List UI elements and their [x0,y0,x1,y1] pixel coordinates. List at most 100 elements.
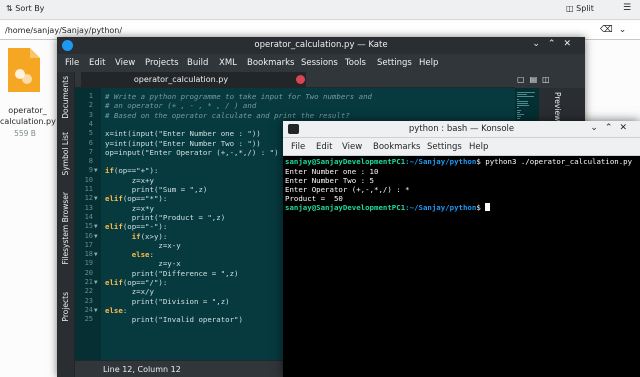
menu-help[interactable]: Help [419,58,438,68]
menu-bookmarks[interactable]: Bookmarks [247,58,295,68]
code-token: print("Sum = ",z) [105,185,208,194]
line-number: 9 [88,166,93,175]
tab-close-icon[interactable] [296,75,305,84]
konsole-title-bar[interactable]: python : bash — Konsole ⌄⌃✕ [283,121,640,138]
split-button[interactable]: ◫ Split [566,4,594,13]
fold-arrow-icon[interactable]: ▼ [94,279,98,286]
location-bar-icons[interactable]: ⌫⌄ [600,25,632,35]
menu-view[interactable]: View [115,58,135,68]
fold-arrow-icon[interactable]: ▼ [94,251,98,258]
menu-projects[interactable]: Projects [145,58,179,68]
minimap-line [517,111,521,113]
close-icon[interactable]: ✕ [619,123,634,133]
code-line: z=x*y [105,204,154,213]
code-token: z=x-y [105,240,181,250]
fold-arrow-icon[interactable]: ▼ [94,167,98,174]
split-view-icon[interactable]: ◫ [542,75,555,84]
line-number: 18 [84,250,93,259]
menu-icon[interactable]: ☰ [623,3,631,13]
code-token: elif [105,278,123,287]
minimap-line [517,103,528,104]
kate-title-bar[interactable]: operator_calculation.py — Kate ⌄⌃✕ [57,37,585,54]
menu-view[interactable]: View [342,142,362,152]
code-line: # Based on the operator calculate and pr… [105,111,350,120]
preview-tab[interactable]: Preview [553,92,562,121]
menu-edit[interactable]: Edit [89,58,105,68]
terminal[interactable]: sanjay@SanjayDevelopmentPC1:~/Sanjay/pyt… [283,156,640,377]
code-token: z=x/y [105,287,154,297]
maximize-icon[interactable]: ⌃ [548,39,564,49]
menu-file[interactable]: File [65,58,79,68]
code-token: : [149,250,154,260]
terminal-output-line: Enter Operator (+,-,*,/) : * [285,185,410,194]
close-icon[interactable]: ✕ [563,39,579,49]
code-line: else: [105,250,154,259]
minimap-line [517,107,519,109]
code-token: # an operator (+ , - , * , / ) and [105,101,257,111]
line-number: 14 [84,212,93,221]
minimize-icon[interactable]: ⌄ [590,123,605,133]
sidebar-tab-symbol-list[interactable]: Symbol List [61,132,70,175]
code-token: # Based on the operator calculate and pr… [105,110,350,120]
sort-by-button[interactable]: ⇅ Sort By [6,4,44,13]
prompt-path: :~/Sanjay/python [405,203,477,212]
location-path[interactable]: /home/sanjay/Sanjay/python/ [5,26,122,35]
prompt-user: sanjay@SanjayDevelopmentPC1 [285,203,406,212]
line-number: 3 [88,110,93,119]
code-token: if [105,231,141,241]
line-number: 5 [88,129,93,138]
code-token: (op=="*"): [122,194,168,204]
line-number: 8 [88,157,93,166]
document-list-icon[interactable]: ▤ [530,75,543,84]
sidebar-tab-projects[interactable]: Projects [61,292,70,322]
menu-settings[interactable]: Settings [377,58,412,68]
line-number: 19 [84,259,93,268]
menu-bookmarks[interactable]: Bookmarks [373,142,421,152]
sort-by-label: Sort By [15,4,45,13]
split-label: Split [576,4,594,13]
fold-arrow-icon[interactable]: ▼ [94,223,98,230]
menu-sessions[interactable]: Sessions [301,58,338,68]
menu-xml[interactable]: XML [219,58,237,68]
sidebar-tab-filesystem-browser[interactable]: Filesystem Browser [61,192,70,264]
menu-edit[interactable]: Edit [316,142,332,152]
minimize-icon[interactable]: ⌄ [532,39,548,49]
code-line: print("Difference = ",z) [105,269,239,278]
fold-arrow-icon[interactable]: ▼ [94,233,98,240]
konsole-window-title: python : bash — Konsole [408,124,515,134]
code-line: z=x-y [105,240,181,250]
cursor-position: Line 12, Column 12 [103,365,181,374]
code-token: (op=="+"): [113,166,159,176]
maximize-icon[interactable]: ⌃ [605,123,620,133]
python-file-icon[interactable] [6,46,42,92]
code-token: z=y-x [105,259,181,269]
file-name[interactable]: operator_ calculation.py [0,105,56,127]
code-token: y=int(input("Enter Number Two : ")) [105,138,261,148]
tab-bar-icons[interactable]: ▢▤◫ [517,75,555,84]
minimap-line [517,114,524,115]
fold-arrow-icon[interactable]: ▼ [94,195,98,202]
code-token: elif [105,194,123,204]
minimap-line [517,116,522,118]
code-line: print("Sum = ",z) [105,185,208,194]
fold-arrow-icon[interactable]: ▼ [94,307,98,314]
menu-settings[interactable]: Settings [427,142,462,152]
code-line: elif(op=="/"): [105,278,167,287]
line-number: 4 [88,119,93,128]
prompt-symbol: $ [476,203,486,212]
new-document-icon[interactable]: ▢ [517,75,530,84]
code-line: x=int(input("Enter Number one : ")) [105,129,261,138]
clear-icon[interactable]: ⌫ [600,25,619,35]
menu-help[interactable]: Help [469,142,488,152]
menu-tools[interactable]: Tools [345,58,366,68]
window-controls[interactable]: ⌄⌃✕ [590,123,634,133]
menu-file[interactable]: File [291,142,305,152]
dropdown-icon[interactable]: ⌄ [619,25,633,35]
menu-build[interactable]: Build [187,58,208,68]
sidebar-tab-documents[interactable]: Documents [61,76,70,119]
line-number: 2 [88,101,93,110]
code-line: z=x/y [105,287,154,296]
window-controls[interactable]: ⌄⌃✕ [532,39,579,49]
tab-operator-calculation[interactable]: operator_calculation.py [81,72,306,88]
minimap-line [517,92,535,93]
